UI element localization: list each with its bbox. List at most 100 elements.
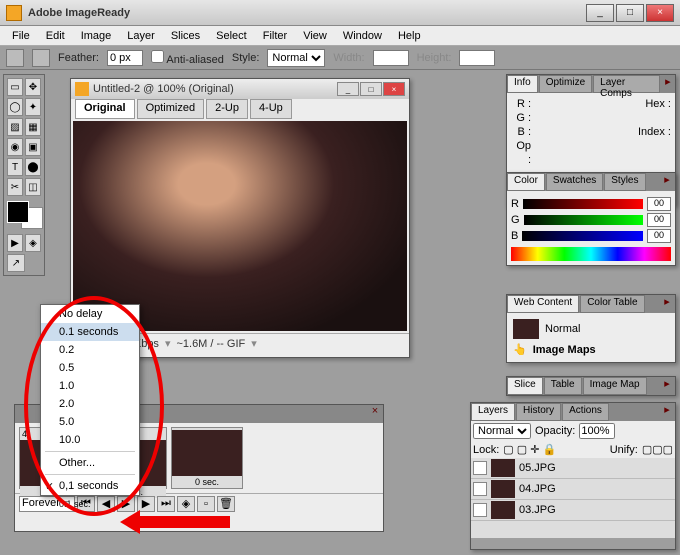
g-slider[interactable] (524, 215, 643, 225)
menu-view[interactable]: View (295, 28, 335, 44)
frame-delay-button[interactable]: 0 sec. (172, 476, 242, 488)
width-input[interactable] (373, 50, 409, 66)
style-select[interactable]: Normal (267, 49, 325, 67)
visibility-icon[interactable] (473, 482, 487, 496)
slice-select-tool[interactable]: ▦ (25, 118, 41, 136)
selection-mode-icon[interactable] (32, 49, 50, 67)
delay-1.0[interactable]: 1.0 (41, 377, 139, 395)
color-swatch[interactable] (7, 201, 43, 229)
tab-actions[interactable]: Actions (562, 403, 609, 421)
info-close-icon[interactable]: ▸ (661, 75, 675, 93)
move-tool[interactable]: ✥ (25, 78, 41, 96)
web-close-icon[interactable]: ▸ (659, 295, 675, 313)
doc-close-button[interactable]: × (383, 82, 405, 96)
slice-tool[interactable]: ▨ (7, 118, 23, 136)
map-select-tool[interactable]: ▣ (25, 138, 41, 156)
delay-0.5[interactable]: 0.5 (41, 359, 139, 377)
web-imagemaps-item[interactable]: 👆Image Maps (511, 341, 671, 358)
layers-palette: Layers History Actions ▸ Normal Opacity:… (470, 402, 676, 550)
marquee-tool[interactable]: ▭ (7, 78, 23, 96)
delay-10.0[interactable]: 10.0 (41, 431, 139, 449)
tab-color[interactable]: Color (507, 173, 545, 191)
height-input[interactable] (459, 50, 495, 66)
b-slider[interactable] (522, 231, 643, 241)
doc-tab-optimized[interactable]: Optimized (137, 99, 205, 119)
menu-filter[interactable]: Filter (255, 28, 295, 44)
web-normal-item[interactable]: Normal (511, 317, 671, 341)
paint-tool[interactable]: ⬤ (25, 158, 41, 176)
delay-other[interactable]: Other... (41, 454, 139, 472)
lasso-tool[interactable]: ◯ (7, 98, 23, 116)
menu-select[interactable]: Select (208, 28, 255, 44)
doc-minimize-button[interactable]: _ (337, 82, 359, 96)
tab-styles[interactable]: Styles (604, 173, 645, 191)
doc-maximize-button[interactable]: □ (360, 82, 382, 96)
menu-help[interactable]: Help (390, 28, 429, 44)
menu-edit[interactable]: Edit (38, 28, 73, 44)
map-tool[interactable]: ◉ (7, 138, 23, 156)
doc-icon (75, 82, 89, 96)
r-value[interactable]: 00 (647, 197, 671, 211)
antialias-checkbox[interactable] (151, 50, 164, 63)
menubar: File Edit Image Layer Slices Select Filt… (0, 26, 680, 46)
delay-menu: No delay 0.1 seconds 0.2 0.5 1.0 2.0 5.0… (40, 304, 140, 496)
tab-colortable[interactable]: Color Table (580, 295, 644, 313)
menu-image[interactable]: Image (73, 28, 120, 44)
tab-optimize[interactable]: Optimize (539, 75, 592, 93)
wand-tool[interactable]: ✦ (25, 98, 41, 116)
tab-webcontent[interactable]: Web Content (507, 295, 579, 313)
color-close-icon[interactable]: ▸ (659, 173, 675, 191)
edit-ps-icon[interactable]: ◈ (25, 234, 41, 252)
doc-tab-2up[interactable]: 2-Up (206, 99, 248, 119)
blend-select[interactable]: Normal (473, 423, 531, 439)
layers-close-icon[interactable]: ▸ (659, 403, 675, 421)
layer-row[interactable]: 04.JPG (471, 479, 675, 500)
menu-window[interactable]: Window (335, 28, 390, 44)
menu-file[interactable]: File (4, 28, 38, 44)
slice-close-icon[interactable]: ▸ (659, 377, 675, 395)
anim-close-icon[interactable]: × (367, 405, 383, 423)
tab-slice[interactable]: Slice (507, 377, 543, 395)
delay-2.0[interactable]: 2.0 (41, 395, 139, 413)
delay-nodelay[interactable]: No delay (41, 305, 139, 323)
current-delay: 0.1 sec. (59, 499, 91, 509)
spectrum-bar[interactable] (511, 247, 671, 261)
r-slider[interactable] (523, 199, 643, 209)
b-value[interactable]: 00 (647, 229, 671, 243)
tab-info[interactable]: Info (507, 75, 538, 93)
g-value[interactable]: 00 (647, 213, 671, 227)
prev-frame-button[interactable]: ◀ (97, 496, 115, 512)
delay-0.2[interactable]: 0.2 (41, 341, 139, 359)
tab-layercomps[interactable]: Layer Comps (593, 75, 660, 93)
minimize-button[interactable]: _ (586, 4, 614, 22)
tab-imagemap[interactable]: Image Map (583, 377, 647, 395)
tab-swatches[interactable]: Swatches (546, 173, 603, 191)
opacity-input[interactable] (579, 423, 615, 439)
eraser-tool[interactable]: ◫ (25, 178, 41, 196)
delay-5.0[interactable]: 5.0 (41, 413, 139, 431)
type-tool[interactable]: T (7, 158, 23, 176)
doc-title: Untitled-2 @ 100% (Original) (93, 83, 337, 95)
delay-current[interactable]: 0,1 seconds (41, 477, 139, 495)
menu-slices[interactable]: Slices (163, 28, 208, 44)
tab-history[interactable]: History (516, 403, 561, 421)
visibility-icon[interactable] (473, 461, 487, 475)
tab-table[interactable]: Table (544, 377, 582, 395)
menu-layer[interactable]: Layer (119, 28, 163, 44)
doc-tab-original[interactable]: Original (75, 99, 135, 119)
anim-frame[interactable]: 0 sec. (171, 427, 243, 489)
visibility-icon[interactable] (473, 503, 487, 517)
layer-row[interactable]: 05.JPG (471, 458, 675, 479)
close-button[interactable]: × (646, 4, 674, 22)
preview-toggle[interactable]: ▶ (7, 234, 23, 252)
marquee-tool-icon[interactable] (6, 49, 24, 67)
canvas[interactable] (73, 121, 407, 331)
feather-input[interactable] (107, 50, 143, 66)
maximize-button[interactable]: □ (616, 4, 644, 22)
delay-0.1[interactable]: 0.1 seconds (41, 323, 139, 341)
jump-icon[interactable]: ↗ (7, 254, 25, 272)
tab-layers[interactable]: Layers (471, 403, 515, 421)
crop-tool[interactable]: ✂ (7, 178, 23, 196)
doc-tab-4up[interactable]: 4-Up (250, 99, 292, 119)
layer-row[interactable]: 03.JPG (471, 500, 675, 521)
